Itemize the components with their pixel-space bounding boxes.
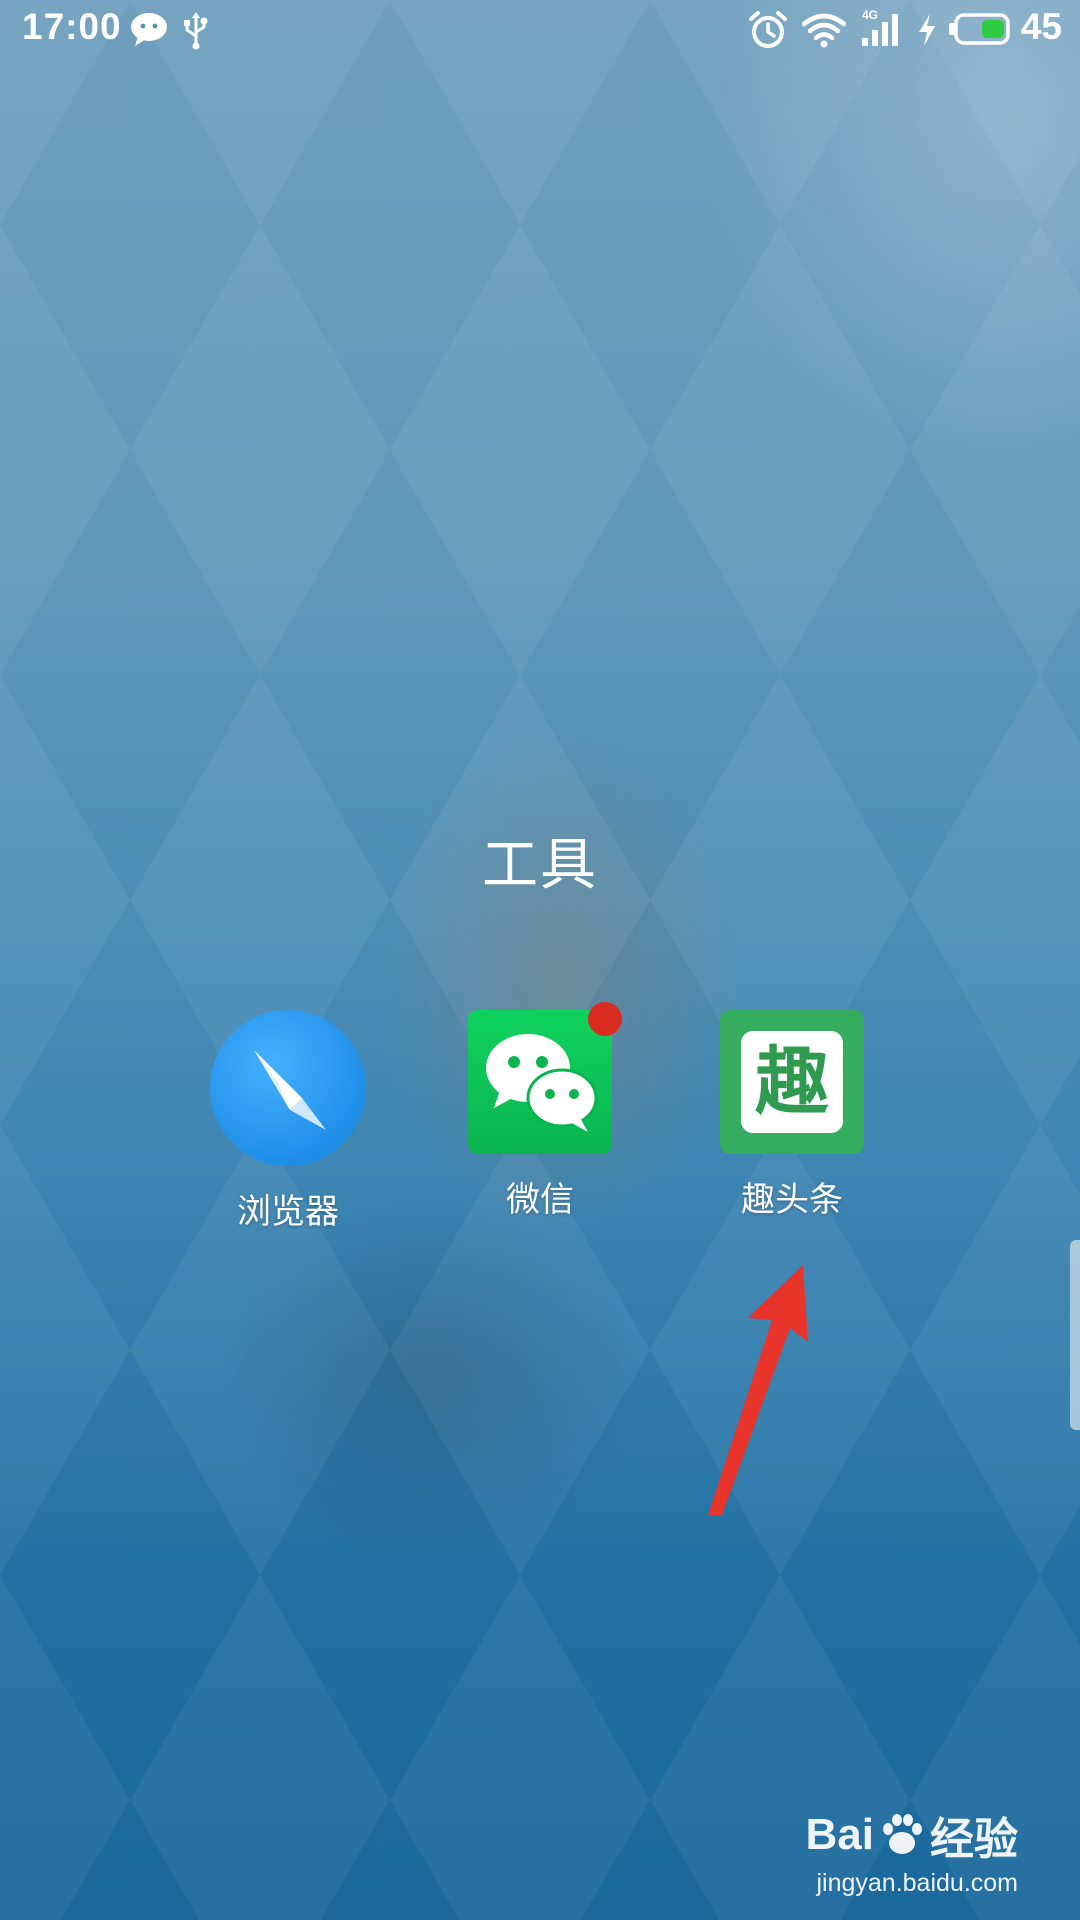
watermark-brand-left: Bai bbox=[805, 1810, 874, 1859]
baidu-jingyan-watermark: Bai 经验 jingyan.baidu.com bbox=[806, 1803, 1018, 1898]
watermark-url: jingyan.baidu.com bbox=[816, 1869, 1018, 1897]
watermark-brand-right: 经验 bbox=[930, 1814, 1018, 1865]
watermark-brand: Bai 经验 bbox=[806, 1803, 1018, 1867]
red-arrow-annotation bbox=[708, 1265, 808, 1515]
paw-icon bbox=[883, 1814, 922, 1854]
edge-swipe-handle[interactable] bbox=[1070, 1240, 1080, 1430]
